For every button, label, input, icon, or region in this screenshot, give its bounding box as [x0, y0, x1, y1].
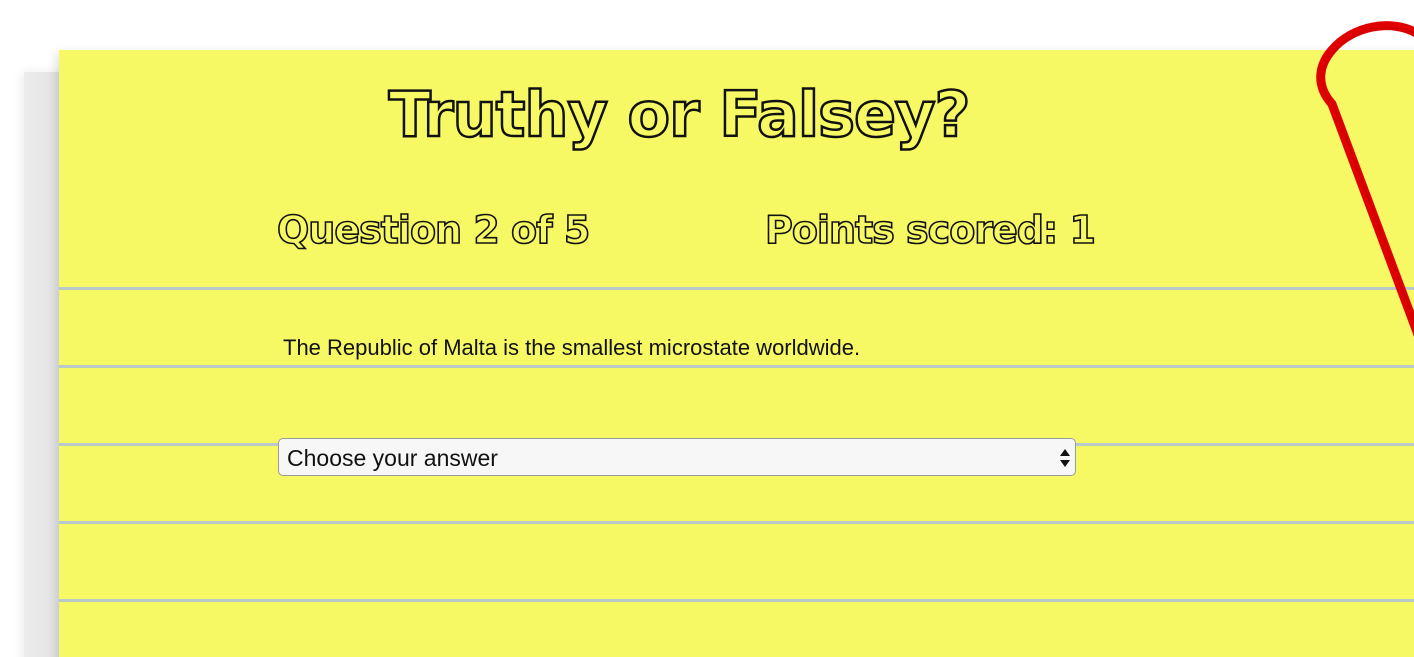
notepad: Truthy or Falsey? Question 2 of 5 Points… [59, 50, 1414, 657]
answer-select-value: Choose your answer [287, 445, 498, 471]
rule-line [59, 365, 1414, 368]
rule-line [59, 287, 1414, 290]
paperclip-icon [1316, 21, 1414, 337]
rule-line [59, 521, 1414, 524]
page-title: Truthy or Falsey? [387, 77, 971, 153]
rule-line [59, 599, 1414, 602]
updown-chevron-icon [1060, 449, 1070, 467]
answer-select[interactable]: Choose your answer [278, 438, 1076, 476]
quiz-page: Truthy or Falsey? Question 2 of 5 Points… [0, 0, 1414, 657]
question-counter: Question 2 of 5 [276, 207, 591, 253]
question-text: The Republic of Malta is the smallest mi… [283, 335, 861, 360]
points-scored: Points scored: 1 [764, 207, 1096, 253]
